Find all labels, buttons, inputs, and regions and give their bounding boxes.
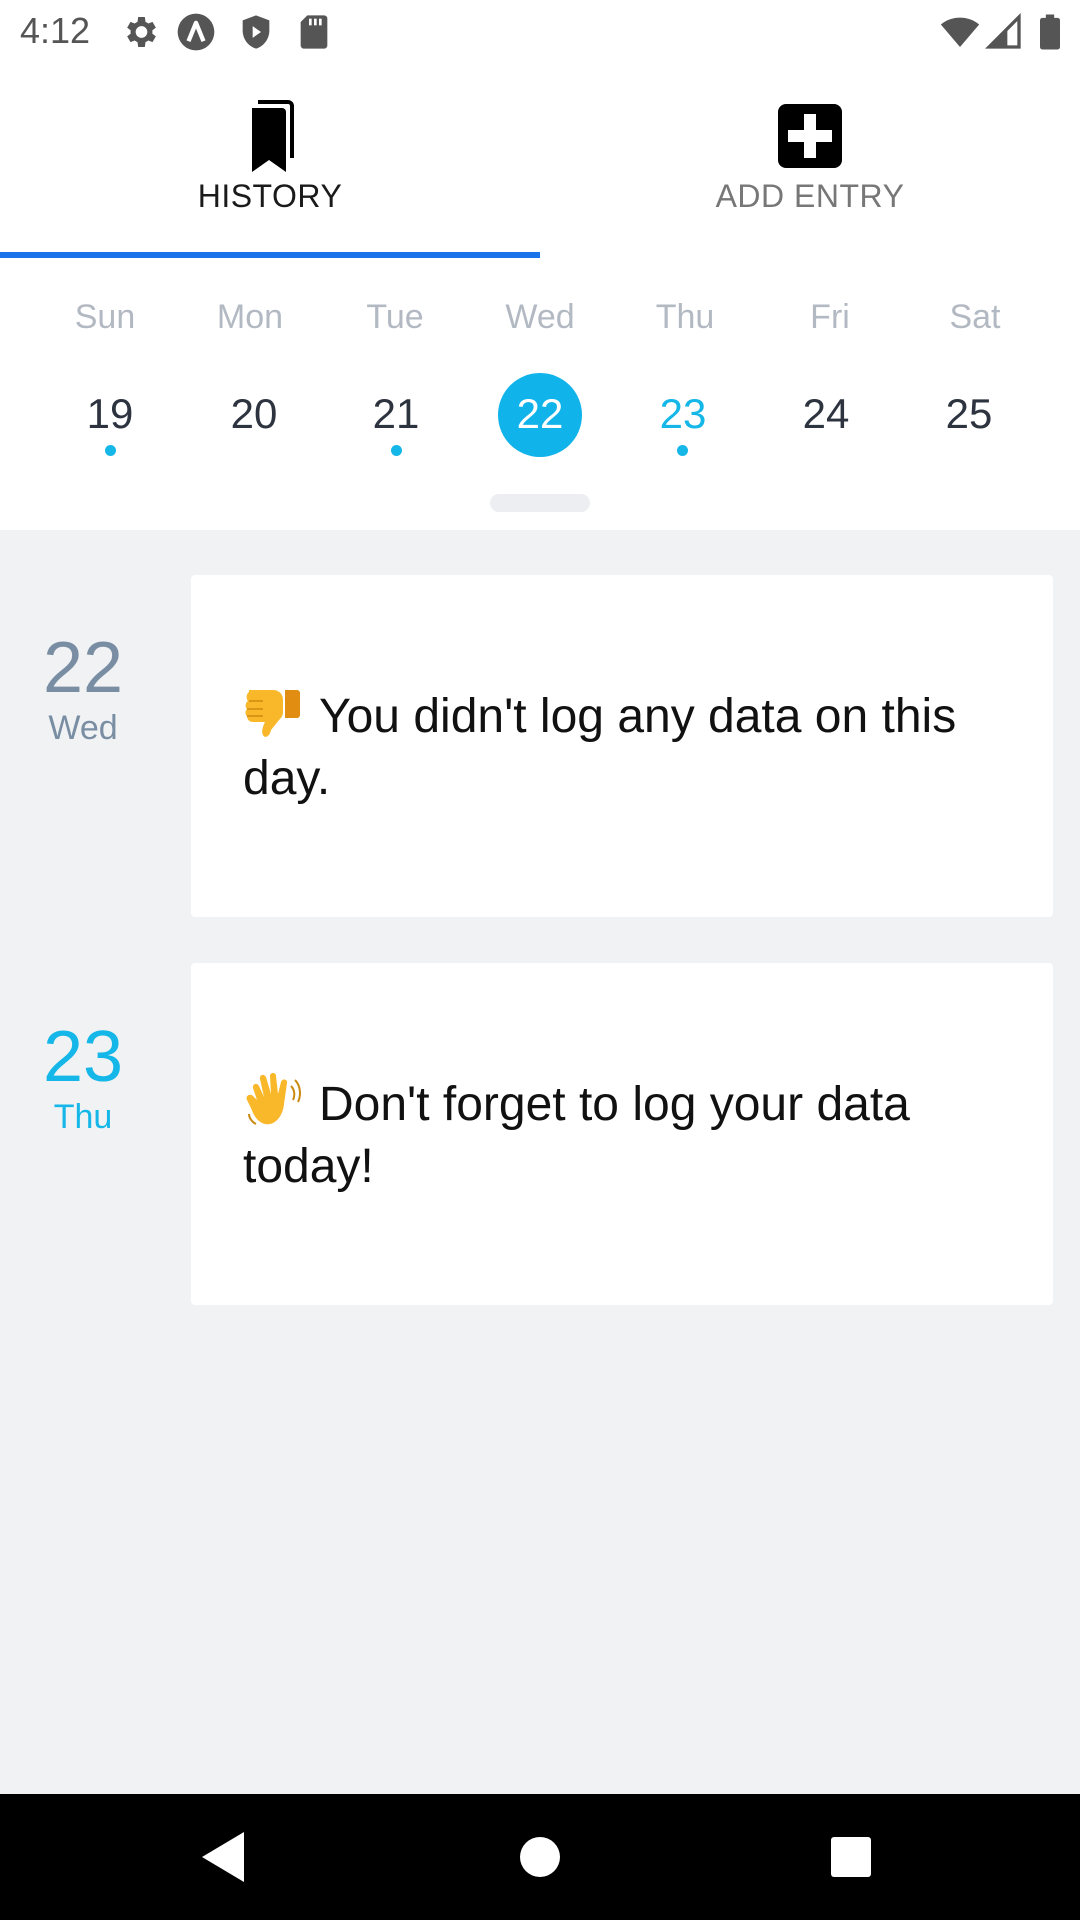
tab-add-entry[interactable]: ADD ENTRY	[540, 62, 1080, 256]
app-screen: 4:12 HISTORY ADD ENTRY Sun Mon Tue Wed T…	[0, 0, 1080, 1920]
day-22[interactable]: 22	[495, 372, 585, 456]
tab-history-label: HISTORY	[197, 178, 343, 214]
recents-icon[interactable]	[818, 1824, 884, 1890]
entry-card-23[interactable]: Don't forget to log your data today!	[191, 963, 1053, 1305]
tab-bar: HISTORY ADD ENTRY	[0, 62, 1080, 260]
weekday-fri: Fri	[810, 298, 850, 336]
entry-dot-23	[677, 445, 688, 456]
shield-play-icon	[242, 15, 270, 49]
add-box-icon	[778, 104, 842, 168]
wifi-icon	[940, 17, 980, 47]
status-bar: 4:12	[0, 0, 1080, 62]
week-calendar: Sun Mon Tue Wed Thu Fri Sat 19 20 21 22 …	[0, 258, 1080, 530]
entry-weekday: Thu	[53, 1098, 113, 1136]
entry-date-23: 23 Thu	[30, 1017, 136, 1137]
entry-date-22: 22 Wed	[30, 628, 136, 748]
tab-add-entry-label: ADD ENTRY	[715, 178, 905, 214]
home-icon[interactable]	[507, 1824, 573, 1890]
entry-day-number: 23	[42, 1017, 124, 1097]
sd-card-icon	[300, 15, 328, 49]
weekday-sat: Sat	[949, 298, 1001, 336]
entry-weekday: Wed	[48, 709, 118, 747]
battery-icon	[1040, 14, 1060, 50]
tab-history[interactable]: HISTORY	[0, 62, 540, 256]
weekday-wed: Wed	[505, 298, 575, 336]
day-25[interactable]: 25	[924, 372, 1014, 456]
entry-message-text: You didn't log any data on this day.	[243, 690, 957, 805]
status-time: 4:12	[20, 10, 91, 51]
entry-day-number: 22	[42, 628, 124, 708]
system-navigation-bar	[0, 1794, 1080, 1920]
weekday-tue: Tue	[366, 298, 424, 336]
entry-message: You didn't log any data on this day.	[243, 682, 1001, 810]
weekday-sun: Sun	[74, 298, 136, 336]
day-23[interactable]: 23	[638, 372, 728, 456]
day-19[interactable]: 19	[65, 372, 155, 456]
entry-dot-21	[391, 445, 402, 456]
day-20[interactable]: 20	[209, 372, 299, 456]
thumbs-down-icon	[245, 690, 300, 737]
back-icon[interactable]	[192, 1824, 258, 1890]
entry-dot-19	[105, 445, 116, 456]
entry-message: Don't forget to log your data today!	[243, 1070, 1001, 1198]
cell-signal-icon	[984, 12, 1021, 49]
calendar-expand-handle[interactable]	[490, 494, 590, 512]
entry-card-22[interactable]: You didn't log any data on this day.	[191, 575, 1053, 917]
waving-hand-icon	[246, 1073, 301, 1125]
day-24[interactable]: 24	[781, 372, 871, 456]
bookmark-icon	[252, 100, 294, 172]
entry-message-text: Don't forget to log your data today!	[243, 1078, 910, 1193]
weekday-mon: Mon	[216, 298, 284, 336]
weekday-thu: Thu	[655, 298, 715, 336]
day-21[interactable]: 21	[351, 372, 441, 456]
a-circle-icon	[177, 13, 215, 51]
gear-icon	[127, 17, 156, 47]
